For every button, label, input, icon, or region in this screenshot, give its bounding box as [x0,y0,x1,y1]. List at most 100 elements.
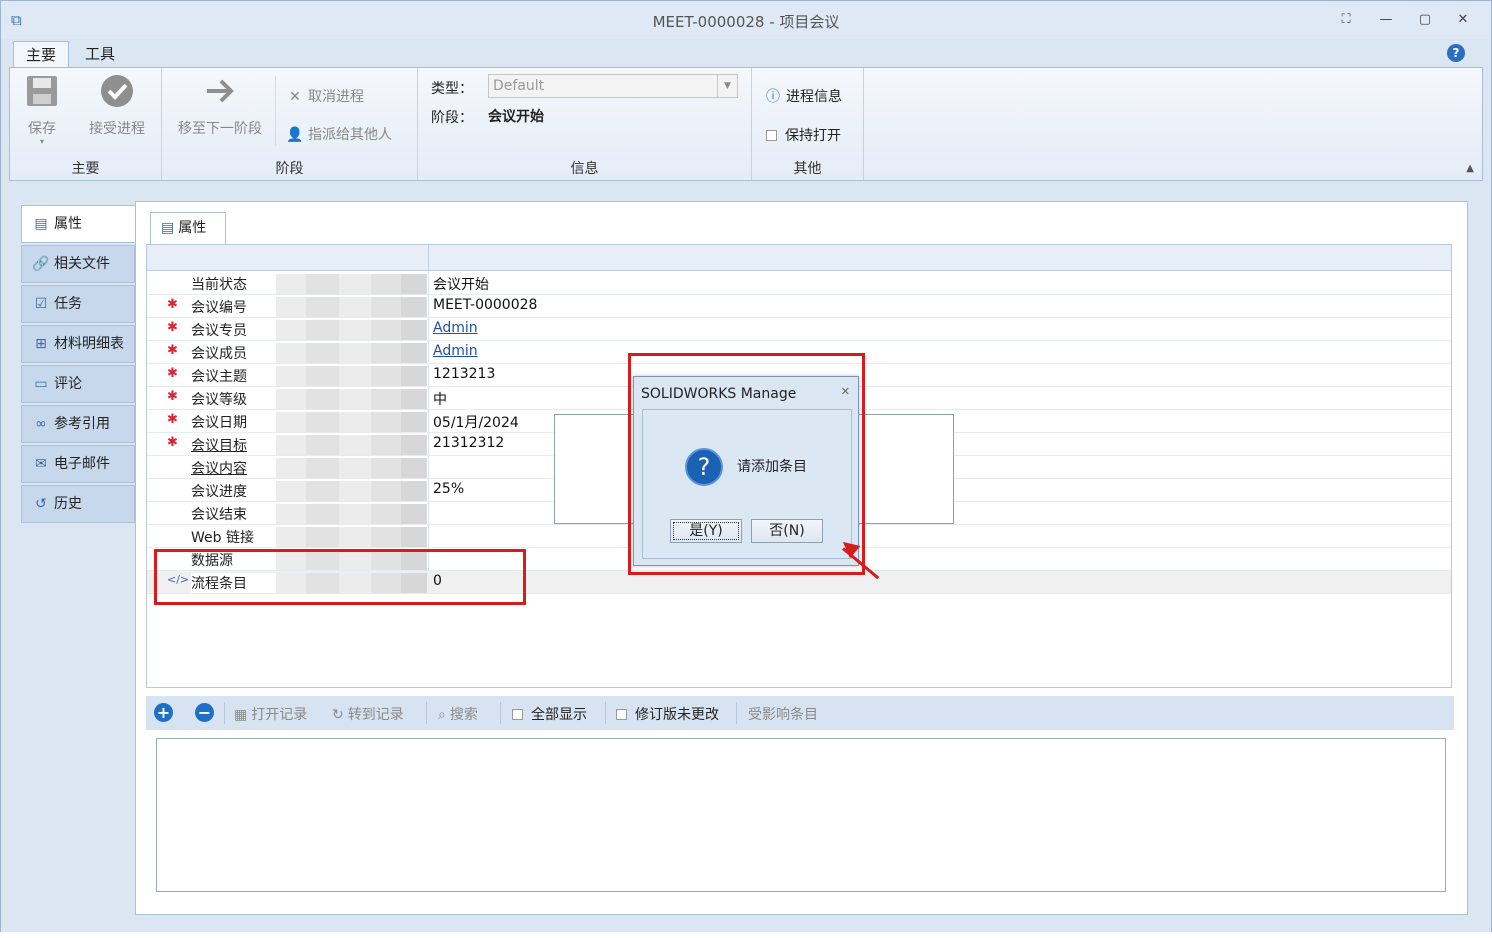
accept-process-button[interactable]: 接受进程 [84,74,150,138]
help-icon[interactable]: ? [1447,44,1465,62]
open-record-icon: ▦ [234,707,248,723]
next-stage-label: 移至下一阶段 [178,121,262,137]
property-name: 会议等级 [191,389,427,409]
type-label: 类型： [431,81,473,97]
mail-icon: ✉ [35,456,47,472]
nav-label: 评论 [54,376,82,392]
save-dropdown-icon[interactable]: ▾ [20,138,64,146]
ribbon-tabs: 主要 工具 ? [1,39,1491,67]
keep-open-checkbox[interactable]: 保持打开 [766,125,841,145]
keep-open-label: 保持打开 [785,128,841,144]
type-select[interactable]: Default ▼ [488,74,738,98]
property-value: 中 [433,392,447,408]
nav-item-email[interactable]: ✉ 电子邮件 [21,445,135,483]
show-all-label: 全部显示 [531,707,587,723]
side-navigation: ▤ 属性 🔗 相关文件 ☑ 任务 ⊞ 材料明细表 ▭ 评论 ∞ 参考引用 ✉ 电子邮件 ↺ 历史 [21,205,137,525]
save-icon [27,76,57,106]
goto-icon: ↻ [332,707,344,723]
nav-item-tasks[interactable]: ☑ 任务 [21,285,135,323]
checkbox-icon[interactable] [766,130,777,141]
annotation-box-process-items [154,549,526,605]
checkbox-icon[interactable] [616,709,627,720]
nav-label: 相关文件 [54,256,110,272]
divider [275,76,276,146]
tab-main[interactable]: 主要 [13,41,70,67]
property-row[interactable]: ✱ 会议编号 MEET-0000028 [147,295,1451,318]
property-name: 会议内容 [191,458,427,478]
nav-item-bom[interactable]: ⊞ 材料明细表 [21,325,135,363]
tab-properties[interactable]: ▤ 属性 [150,212,226,244]
property-name: 会议进度 [191,481,427,501]
property-row[interactable]: ✱ 会议专员 Admin [147,318,1451,341]
property-value: 1213213 [433,366,496,382]
required-icon: ✱ [167,297,178,312]
property-value: 25% [433,481,465,497]
next-stage-button[interactable]: 移至下一阶段 [172,74,268,138]
app-window: ⧉ MEET-0000028 - 项目会议 ⛶ — ▢ ✕ 主要 工具 ? 保存… [0,0,1492,938]
divider [605,702,606,724]
nav-label: 电子邮件 [54,456,110,472]
maximize-button[interactable]: ▢ [1414,10,1436,30]
grid-header [147,245,1451,271]
add-icon[interactable]: + [154,703,173,722]
group-label-stage: 阶段 [275,161,304,177]
title-bar: ⧉ MEET-0000028 - 项目会议 ⛶ — ▢ ✕ [1,1,1491,39]
annotation-box-dialog [628,353,865,575]
required-icon: ✱ [167,435,178,450]
affected-items-button[interactable]: 受影响条目 [748,704,818,724]
revision-unchanged-label: 修订版未更改 [635,707,719,723]
property-value-link[interactable]: Admin [433,343,478,359]
property-name: 当前状态 [191,274,427,294]
property-row[interactable]: 当前状态 会议开始 [147,272,1451,295]
remove-icon[interactable]: − [195,703,214,722]
property-name: 会议编号 [191,297,427,317]
fullscreen-button[interactable]: ⛶ [1335,10,1357,30]
save-button[interactable]: 保存 ▾ [20,74,64,146]
chevron-down-icon[interactable]: ▼ [717,75,737,97]
history-icon: ↺ [35,496,47,512]
show-all-checkbox[interactable]: 全部显示 [512,704,587,724]
accept-process-label: 接受进程 [89,121,145,137]
open-record-button[interactable]: ▦ 打开记录 [234,704,307,724]
nav-item-properties[interactable]: ▤ 属性 [21,205,137,243]
progress-info-button[interactable]: ⓘ 进程信息 [764,86,842,106]
ribbon-group-other: ⓘ 进程信息 保持打开 其他 [752,68,864,180]
close-button[interactable]: ✕ [1452,10,1474,30]
property-name: Web 链接 [191,527,427,547]
property-name: 会议成员 [191,343,427,363]
divider [736,702,737,724]
user-icon: 👤 [286,127,304,143]
ribbon-group-main: 保存 ▾ 接受进程 主要 [10,68,162,180]
nav-item-references[interactable]: ∞ 参考引用 [21,405,135,443]
search-button[interactable]: ⌕ 搜索 [438,704,478,724]
checkbox-icon[interactable] [512,709,523,720]
open-record-label: 打开记录 [251,707,308,723]
required-icon: ✱ [167,366,178,381]
revision-unchanged-checkbox[interactable]: 修订版未更改 [616,704,719,724]
divider [500,702,501,724]
nav-label: 材料明细表 [54,336,124,352]
collapse-ribbon-icon[interactable]: ▲ [1466,163,1474,174]
properties-icon: ▤ [34,216,48,232]
required-icon: ✱ [167,412,178,427]
tab-tools[interactable]: 工具 [73,41,127,67]
nav-item-comments[interactable]: ▭ 评论 [21,365,135,403]
goto-record-label: 转到记录 [347,707,404,723]
nav-item-history[interactable]: ↺ 历史 [21,485,135,523]
goto-record-button[interactable]: ↻ 转到记录 [332,704,404,724]
property-name: 会议结束 [191,504,427,524]
divider [426,702,427,724]
group-label-info: 信息 [570,161,599,177]
window-title: MEET-0000028 - 项目会议 [652,13,840,31]
nav-item-related-files[interactable]: 🔗 相关文件 [21,245,135,283]
assign-button[interactable]: 👤 指派给其他人 [286,124,392,144]
task-icon: ☑ [34,296,48,312]
minimize-button[interactable]: — [1375,10,1397,30]
cancel-process-button[interactable]: ✕ 取消进程 [286,86,364,106]
properties-icon: ▤ [161,220,175,236]
bottom-edge [0,932,1492,938]
affected-items-label: 受影响条目 [748,707,818,723]
ribbon-group-info: 类型： Default ▼ 阶段： 会议开始 信息 [418,68,752,180]
required-icon: ✱ [167,343,178,358]
property-value-link[interactable]: Admin [433,320,478,336]
